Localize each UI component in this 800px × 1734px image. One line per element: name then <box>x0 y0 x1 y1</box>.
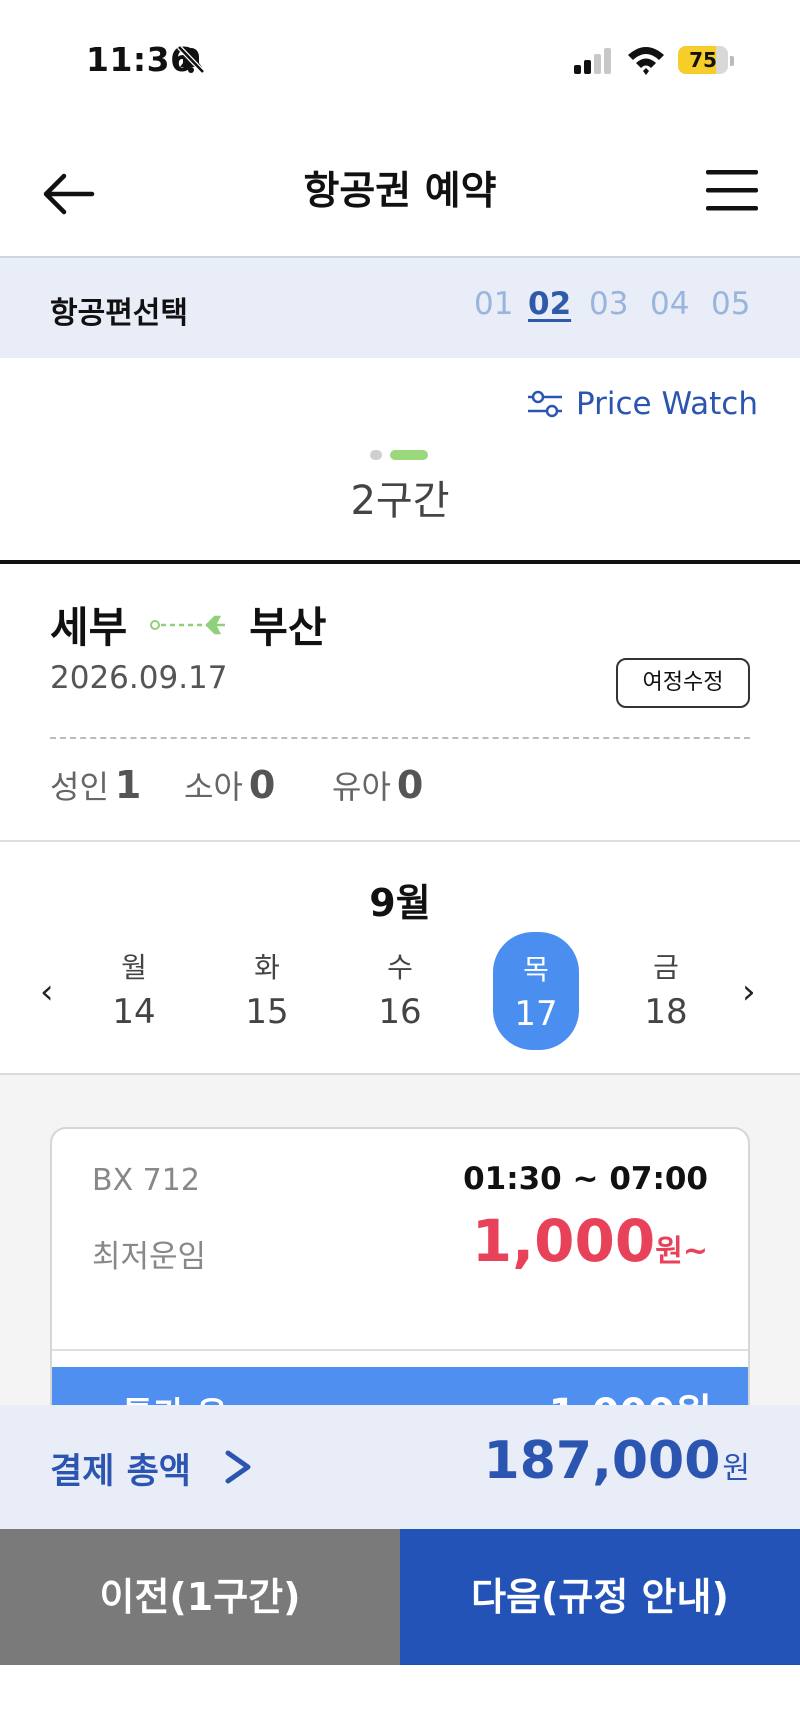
calendar-next-icon[interactable]: › <box>742 972 756 1012</box>
bell-off-icon <box>177 45 205 74</box>
calendar-month: 9월 <box>369 881 431 925</box>
lowest-fare-price: 1,000원~ <box>472 1207 708 1275</box>
infant-count: 유아 0 <box>332 762 423 808</box>
day-number: 15 <box>245 992 289 1032</box>
calendar-day[interactable]: 월 14 <box>94 930 174 1050</box>
child-count: 소아 0 <box>184 762 275 808</box>
battery-icon: 75 <box>678 44 734 76</box>
flight-list: BX 712 01:30 ~ 07:00 최저운임 1,000원~ 특가 운 1… <box>0 1075 800 1405</box>
adult-number: 1 <box>114 763 142 807</box>
battery-level: 75 <box>689 48 717 72</box>
signal-icon <box>574 48 611 74</box>
day-of-week: 금 <box>653 951 679 984</box>
step-indicator: 항공편선택 01 02 03 04 05 <box>0 256 800 358</box>
step-01: 01 <box>474 286 514 322</box>
app-header: 항공권 예약 <box>0 140 800 256</box>
child-label: 소아 <box>184 768 243 806</box>
dashed-divider <box>50 737 750 739</box>
infant-number: 0 <box>396 763 424 807</box>
chevron-right-icon <box>225 1450 251 1484</box>
total-payment-bar[interactable]: 결제 총액 187,000원 <box>0 1405 800 1529</box>
segment-dot-2-active <box>390 450 428 460</box>
total-label: 결제 총액 <box>50 1452 191 1492</box>
fare-option-label: 특가 운 <box>122 1387 228 1405</box>
flight-path-icon <box>150 615 226 634</box>
calendar-day[interactable]: 화 15 <box>227 930 307 1050</box>
fare-option-price: 1,000원 <box>549 1381 712 1405</box>
day-of-week: 목 <box>523 953 549 986</box>
day-number: 16 <box>378 992 422 1032</box>
divider <box>0 840 800 842</box>
destination-city: 부산 <box>249 603 327 652</box>
price-watch-button[interactable]: Price Watch <box>526 384 758 424</box>
price-watch-label: Price Watch <box>576 386 758 422</box>
divider <box>0 560 800 564</box>
calendar-day-selected[interactable]: 목 17 <box>493 932 579 1050</box>
lowest-fare-label: 최저운임 <box>92 1239 207 1275</box>
day-of-week: 화 <box>254 951 280 984</box>
route: 세부 부산 <box>50 594 327 655</box>
status-bar: 11:36 75 <box>0 0 800 120</box>
flight-number: BX 712 <box>92 1163 200 1198</box>
day-of-week: 월 <box>121 951 147 984</box>
fare-amount: 1,000 <box>471 1207 656 1275</box>
adult-label: 성인 <box>50 768 109 806</box>
next-button[interactable]: 다음(규정 안내) <box>400 1529 800 1665</box>
day-number: 18 <box>644 992 688 1032</box>
adult-count: 성인 1 <box>50 762 141 808</box>
calendar-prev-icon[interactable]: ‹ <box>40 972 54 1012</box>
page-title: 항공권 예약 <box>303 169 497 214</box>
infant-label: 유아 <box>332 768 391 806</box>
home-indicator-area <box>0 1665 800 1734</box>
flight-card[interactable]: BX 712 01:30 ~ 07:00 최저운임 1,000원~ 특가 운 1… <box>50 1127 750 1405</box>
calendar-day[interactable]: 금 18 <box>626 930 706 1050</box>
edit-itinerary-button[interactable]: 여정수정 <box>616 658 750 708</box>
segment-dot-1 <box>370 450 382 460</box>
step-03: 03 <box>589 286 629 322</box>
segment-page-indicator <box>370 449 430 461</box>
day-of-week: 수 <box>387 951 413 984</box>
previous-button[interactable]: 이전(1구간) <box>0 1529 400 1665</box>
total-amount-value: 187,000 <box>483 1431 721 1491</box>
day-number: 17 <box>514 994 558 1034</box>
calendar-day[interactable]: 수 16 <box>360 930 440 1050</box>
child-number: 0 <box>248 763 276 807</box>
day-number: 14 <box>112 992 156 1032</box>
step-04: 04 <box>650 286 690 322</box>
step-05: 05 <box>711 286 751 322</box>
wifi-icon <box>628 47 664 75</box>
step-label: 항공편선택 <box>50 296 188 331</box>
fare-unit: 원~ <box>655 1234 708 1269</box>
segment-label: 2구간 <box>350 478 450 524</box>
filter-sliders-icon <box>528 390 562 418</box>
total-amount-unit: 원 <box>722 1451 750 1486</box>
origin-city: 세부 <box>50 603 128 652</box>
hamburger-menu-icon[interactable] <box>706 166 758 214</box>
fare-option-row[interactable]: 특가 운 1,000원 <box>52 1367 748 1405</box>
step-02: 02 <box>528 286 572 322</box>
flight-time: 01:30 ~ 07:00 <box>463 1161 708 1197</box>
travel-date: 2026.09.17 <box>50 660 228 696</box>
card-divider <box>52 1349 748 1351</box>
total-amount: 187,000원 <box>484 1431 750 1491</box>
